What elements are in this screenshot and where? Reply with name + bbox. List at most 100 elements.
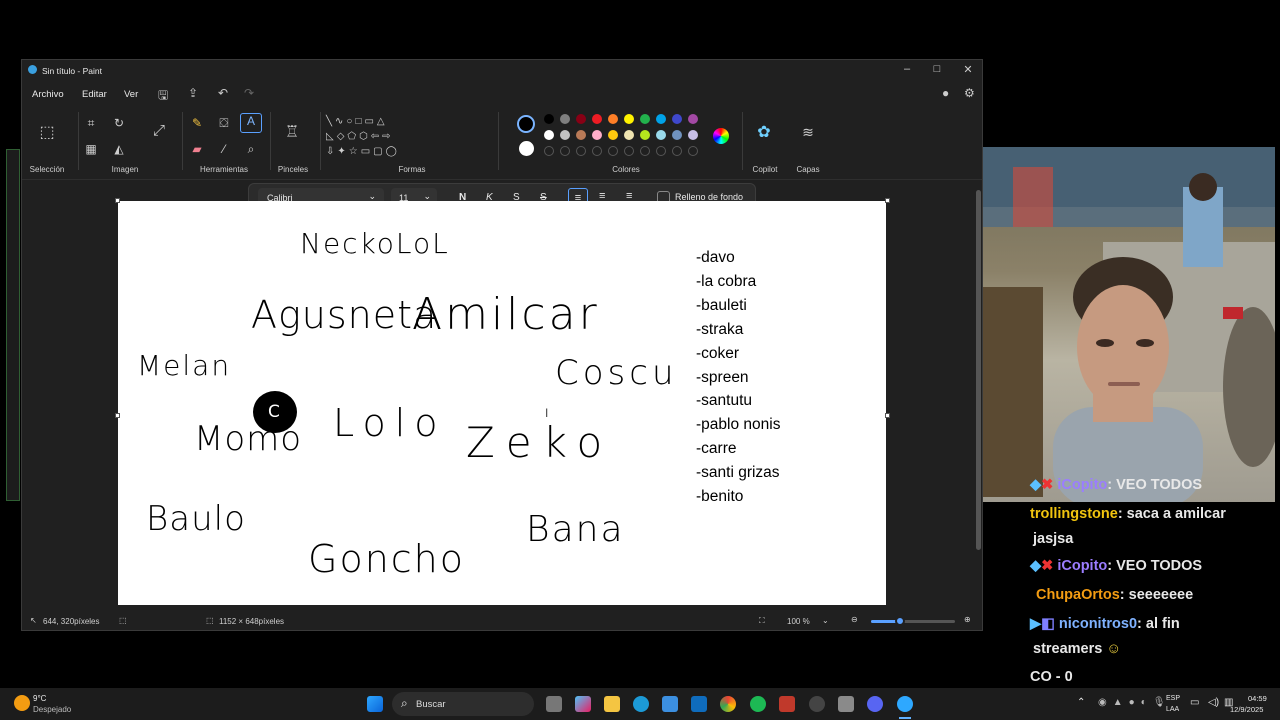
- color-swatch[interactable]: [688, 130, 698, 140]
- color-wheel-icon[interactable]: [713, 128, 729, 144]
- tray-icons[interactable]: ◉▲●◐🎙: [1098, 697, 1171, 708]
- custom-color-slot[interactable]: [544, 146, 554, 156]
- custom-color-slot[interactable]: [560, 146, 570, 156]
- color-swatch[interactable]: [672, 114, 682, 124]
- zoom-level[interactable]: 100 %: [787, 617, 810, 626]
- clock-time[interactable]: 04:59: [1248, 694, 1267, 703]
- discord-icon[interactable]: [867, 696, 883, 712]
- custom-color-slot[interactable]: [576, 146, 586, 156]
- zoom-in-icon[interactable]: ⊕: [964, 615, 971, 624]
- text-tool-icon[interactable]: A: [240, 113, 262, 133]
- color-swatch[interactable]: [608, 114, 618, 124]
- save-icon[interactable]: 🖫: [158, 86, 168, 107]
- flip-icon[interactable]: ◭: [110, 142, 128, 156]
- copilot-icon[interactable]: ✿: [755, 122, 773, 142]
- color-picker-icon[interactable]: ⁄: [215, 142, 233, 156]
- resize-handle[interactable]: [885, 413, 890, 418]
- shapes-gallery[interactable]: ╲∿○□▭△ ◺◇⬠⬡⇦⇨ ⇩✦☆▭▢◯: [326, 114, 430, 160]
- color-palette[interactable]: [544, 114, 714, 166]
- color-swatch[interactable]: [688, 114, 698, 124]
- color-swatch[interactable]: [656, 130, 666, 140]
- layers-icon[interactable]: ≋: [799, 124, 817, 141]
- store-icon[interactable]: [662, 696, 678, 712]
- drawing-canvas[interactable]: NeckoLoL Agusneta Amilcar Melan Coscu C …: [118, 201, 886, 605]
- resize-handle[interactable]: [115, 198, 120, 203]
- color-swatch[interactable]: [624, 114, 634, 124]
- color-swatch[interactable]: [656, 114, 666, 124]
- secondary-color-swatch[interactable]: [519, 141, 534, 156]
- chat-username[interactable]: niconitros0: [1059, 616, 1137, 632]
- start-icon[interactable]: [367, 696, 383, 712]
- fill-icon[interactable]: ⛋: [215, 116, 233, 131]
- primary-color-swatch[interactable]: [517, 115, 535, 133]
- color-swatch[interactable]: [560, 130, 570, 140]
- custom-color-slot[interactable]: [672, 146, 682, 156]
- magnifier-icon[interactable]: ⌕: [242, 142, 260, 157]
- custom-color-slot[interactable]: [640, 146, 650, 156]
- settings-icon[interactable]: ⚙: [964, 86, 975, 100]
- color-swatch[interactable]: [640, 114, 650, 124]
- redo-icon[interactable]: ↷: [244, 86, 254, 100]
- resize-handle[interactable]: [885, 198, 890, 203]
- language-indicator[interactable]: ESP: [1166, 695, 1180, 702]
- selection-icon[interactable]: ⬚: [38, 122, 56, 142]
- custom-color-slot[interactable]: [688, 146, 698, 156]
- chat-username[interactable]: iCopito: [1057, 558, 1107, 574]
- chat-username[interactable]: trollingstone: [1030, 506, 1118, 522]
- zoom-out-icon[interactable]: ⊖: [851, 615, 858, 624]
- zoom-slider-thumb[interactable]: [895, 616, 906, 626]
- edge-icon[interactable]: [633, 696, 649, 712]
- paint-taskbar-icon[interactable]: [897, 696, 913, 712]
- volume-icon[interactable]: ◁): [1208, 697, 1219, 708]
- zoom-dropdown-icon[interactable]: ⌄: [822, 616, 829, 625]
- menu-edit[interactable]: Editar: [82, 89, 107, 100]
- pencil-icon[interactable]: ✎: [188, 116, 206, 130]
- color-swatch[interactable]: [608, 130, 618, 140]
- resize-handle[interactable]: [115, 413, 120, 418]
- maximize-button[interactable]: □: [927, 63, 947, 75]
- weather-desc[interactable]: Despejado: [33, 705, 71, 714]
- share-icon[interactable]: ⇪: [188, 86, 198, 100]
- color-swatch[interactable]: [576, 130, 586, 140]
- weather-temp[interactable]: 9°C: [33, 694, 46, 703]
- menu-file[interactable]: Archivo: [32, 89, 64, 100]
- resize-icon[interactable]: ⤢: [150, 122, 168, 139]
- app-icon[interactable]: [838, 696, 854, 712]
- custom-color-slot[interactable]: [624, 146, 634, 156]
- fit-screen-icon[interactable]: ⛶: [759, 616, 765, 626]
- brush-icon[interactable]: ♖: [283, 122, 301, 142]
- custom-color-slot[interactable]: [608, 146, 618, 156]
- account-icon[interactable]: ●: [942, 86, 949, 100]
- chat-username[interactable]: ChupaOrtos: [1036, 587, 1120, 603]
- vertical-scrollbar[interactable]: [976, 190, 981, 550]
- crop-icon[interactable]: ⌗: [82, 116, 100, 131]
- color-swatch[interactable]: [592, 114, 602, 124]
- color-swatch[interactable]: [544, 114, 554, 124]
- chrome-icon[interactable]: [720, 696, 736, 712]
- close-button[interactable]: ✕: [958, 63, 978, 76]
- chevron-up-icon[interactable]: ⌃: [1077, 697, 1085, 708]
- app-icon[interactable]: [779, 696, 795, 712]
- color-swatch[interactable]: [544, 130, 554, 140]
- task-view-icon[interactable]: [546, 696, 562, 712]
- clock-date[interactable]: 12/9/2025: [1230, 705, 1263, 714]
- undo-icon[interactable]: ↶: [218, 86, 228, 100]
- zoom-slider[interactable]: [871, 616, 955, 626]
- menu-view[interactable]: Ver: [124, 89, 138, 100]
- network-icon[interactable]: ▭: [1190, 697, 1199, 708]
- outlook-icon[interactable]: [691, 696, 707, 712]
- spotify-icon[interactable]: [750, 696, 766, 712]
- color-swatch[interactable]: [592, 130, 602, 140]
- color-swatch[interactable]: [672, 130, 682, 140]
- file-explorer-icon[interactable]: [604, 696, 620, 712]
- color-swatch[interactable]: [560, 114, 570, 124]
- taskbar-search[interactable]: ⌕ Buscar: [392, 692, 534, 716]
- language-indicator-sub[interactable]: LAA: [1166, 706, 1179, 713]
- eraser-icon[interactable]: ▰: [188, 142, 206, 156]
- image-select-icon[interactable]: ▦: [82, 142, 100, 156]
- copilot-taskbar-icon[interactable]: [575, 696, 591, 712]
- obs-icon[interactable]: [809, 696, 825, 712]
- color-swatch[interactable]: [576, 114, 586, 124]
- weather-icon[interactable]: [14, 695, 30, 711]
- color-swatch[interactable]: [640, 130, 650, 140]
